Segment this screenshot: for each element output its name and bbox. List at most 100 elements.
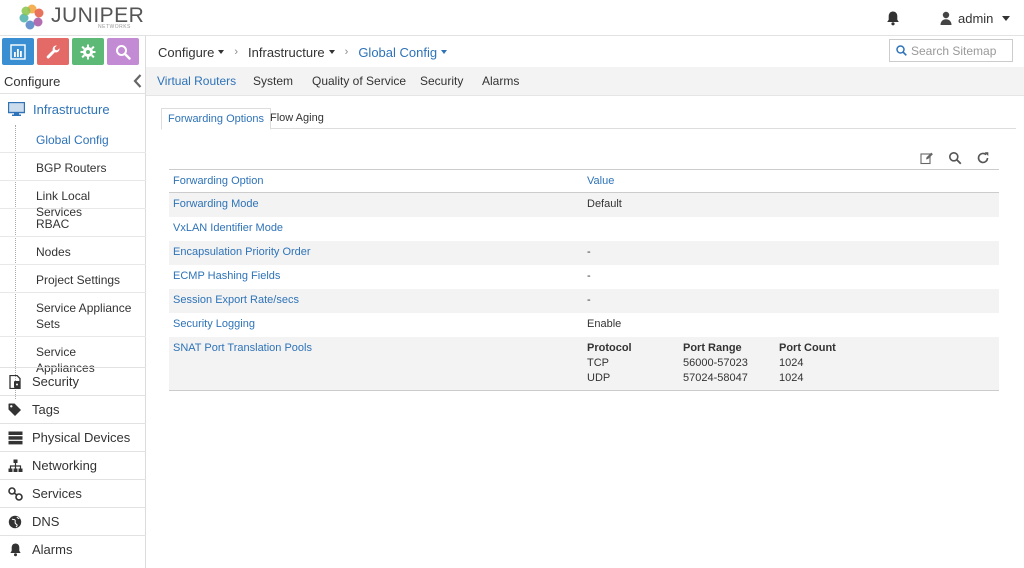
sidebar-item-networking[interactable]: Networking <box>0 451 146 479</box>
notifications-bell-icon[interactable] <box>885 10 901 26</box>
snat-header: Protocol Port Range Port Count <box>587 342 887 357</box>
sidebar-subitem-bgp-routers[interactable]: BGP Routers <box>0 153 146 181</box>
column-header-option: Forwarding Option <box>173 175 264 187</box>
row-value: - <box>587 270 591 282</box>
breadcrumb-global-config[interactable]: Global Config <box>358 44 448 60</box>
sidebar-item-dns[interactable]: DNS <box>0 507 146 535</box>
grid-header: Forwarding Option Value <box>169 169 999 193</box>
user-menu[interactable]: admin <box>940 9 1011 27</box>
table-row: Forwarding Mode Default <box>169 193 999 217</box>
sidebar-subitem-global-config[interactable]: Global Config <box>0 125 146 153</box>
sidebar-subitem-label: Global Config <box>36 133 109 147</box>
snat-protocol: UDP <box>587 372 611 384</box>
search-input[interactable] <box>911 43 1009 58</box>
user-icon <box>940 11 952 25</box>
services-icon <box>8 487 23 501</box>
snat-port-count: 1024 <box>779 357 804 369</box>
tab-system[interactable]: System <box>253 74 293 88</box>
row-key: Security Logging <box>173 318 255 330</box>
gear-icon <box>80 44 96 59</box>
config-tabs: Virtual Routers System Quality of Servic… <box>146 67 1024 96</box>
snat-protocol: TCP <box>587 357 609 369</box>
mode-tab-configure[interactable] <box>37 38 69 65</box>
sidebar-item-label: Networking <box>32 458 98 473</box>
sidebar-subitem-rbac[interactable]: RBAC <box>0 209 146 237</box>
sidebar-subitem-service-appliances[interactable]: Service Appliances <box>0 337 146 375</box>
forwarding-options-grid: Forwarding Option Value Forwarding Mode … <box>169 169 999 391</box>
logo-subtext: NETWORKS <box>98 24 131 30</box>
snat-col-port-range: Port Range <box>683 342 742 354</box>
sidebar-subitem-label: Project Settings <box>36 273 121 287</box>
sidebar-item-label: DNS <box>32 514 60 529</box>
globe-icon <box>8 515 22 529</box>
mode-tab-monitor[interactable] <box>2 38 34 65</box>
search-icon[interactable] <box>948 151 962 165</box>
edit-icon[interactable] <box>920 151 934 165</box>
snat-pools-table: Protocol Port Range Port Count TCP 56000… <box>587 342 887 387</box>
tab-security[interactable]: Security <box>420 74 463 88</box>
infrastructure-sub-list: Global Config BGP Routers Link Local Ser… <box>0 125 146 375</box>
chevron-right-icon: › <box>234 46 239 58</box>
chevron-down-icon <box>328 50 335 54</box>
search-icon <box>896 45 907 56</box>
sidebar-subitem-nodes[interactable]: Nodes <box>0 237 146 265</box>
tab-alarms[interactable]: Alarms <box>482 74 519 88</box>
sidebar-item-physical-devices[interactable]: Physical Devices <box>0 423 146 451</box>
table-row: Encapsulation Priority Order - <box>169 241 999 265</box>
sidebar-nav-group: Security Tags Physical Devices Networkin… <box>0 367 146 563</box>
mode-tab-query[interactable] <box>107 38 139 65</box>
row-key: VxLAN Identifier Mode <box>173 222 284 234</box>
tab-virtual-routers[interactable]: Virtual Routers <box>157 74 236 88</box>
sidebar-item-tags[interactable]: Tags <box>0 395 146 423</box>
server-icon <box>8 431 23 445</box>
row-value: - <box>587 246 591 258</box>
refresh-icon[interactable] <box>976 151 990 165</box>
sidebar-item-alarms[interactable]: Alarms <box>0 535 146 563</box>
breadcrumb-infrastructure[interactable]: Infrastructure <box>248 45 335 60</box>
row-key: ECMP Hashing Fields <box>173 270 281 282</box>
breadcrumb-configure[interactable]: Configure <box>158 44 225 60</box>
row-key: Encapsulation Priority Order <box>173 246 311 258</box>
tab-quality-of-service[interactable]: Quality of Service <box>312 74 406 88</box>
top-bar: JUNIPER NETWORKS admin <box>0 0 1024 36</box>
sitemap-icon <box>8 459 23 472</box>
grid-toolbar <box>920 151 1004 165</box>
table-row: ECMP Hashing Fields - <box>169 265 999 289</box>
sidebar-item-label: Security <box>32 374 79 389</box>
sidebar-subitem-label: Service Appliance Sets <box>36 301 132 331</box>
breadcrumb-label: Infrastructure <box>248 44 325 60</box>
mode-tab-settings[interactable] <box>72 38 104 65</box>
row-key: Session Export Rate/secs <box>173 294 299 306</box>
juniper-logo[interactable]: JUNIPER NETWORKS <box>18 3 144 33</box>
sidebar-item-services[interactable]: Services <box>0 479 146 507</box>
subtab-forwarding-options[interactable]: Forwarding Options <box>161 108 271 130</box>
sidebar-item-infrastructure[interactable]: Infrastructure <box>0 96 146 124</box>
chevron-down-icon <box>218 50 225 54</box>
snat-col-protocol: Protocol <box>587 342 632 354</box>
breadcrumb-label: Configure <box>158 44 215 60</box>
breadcrumb-label: Global Config <box>358 44 438 60</box>
sidebar-subitem-project-settings[interactable]: Project Settings <box>0 265 146 293</box>
collapse-chevron-left-icon[interactable] <box>133 74 142 88</box>
sidebar-item-label: Alarms <box>32 542 73 557</box>
table-row: Session Export Rate/secs - <box>169 289 999 313</box>
sidebar-subitem-link-local-services[interactable]: Link Local Services <box>0 181 146 219</box>
row-value: Enable <box>587 318 622 330</box>
sidebar-item-security[interactable]: Security <box>0 367 146 395</box>
snat-row: UDP 57024-58047 1024 <box>587 372 887 387</box>
row-key: SNAT Port Translation Pools <box>173 342 312 354</box>
sidebar-subitem-service-appliance-sets[interactable]: Service Appliance Sets <box>0 293 146 337</box>
bell-icon <box>10 543 21 557</box>
wrench-icon <box>46 45 60 58</box>
security-doc-icon <box>9 375 21 389</box>
breadcrumb: Configure › Infrastructure › Global Conf… <box>158 42 448 62</box>
snat-row: TCP 56000-57023 1024 <box>587 357 887 372</box>
sidebar-item-label: Physical Devices <box>32 430 131 445</box>
juniper-flower-icon <box>19 4 44 30</box>
chevron-right-icon: › <box>344 46 349 58</box>
user-name: admin <box>958 10 994 26</box>
table-row: VxLAN Identifier Mode <box>169 217 999 241</box>
sidebar-subitem-label: Nodes <box>36 245 71 259</box>
snat-port-count: 1024 <box>779 372 804 384</box>
subtab-flow-aging[interactable]: Flow Aging <box>264 108 330 129</box>
